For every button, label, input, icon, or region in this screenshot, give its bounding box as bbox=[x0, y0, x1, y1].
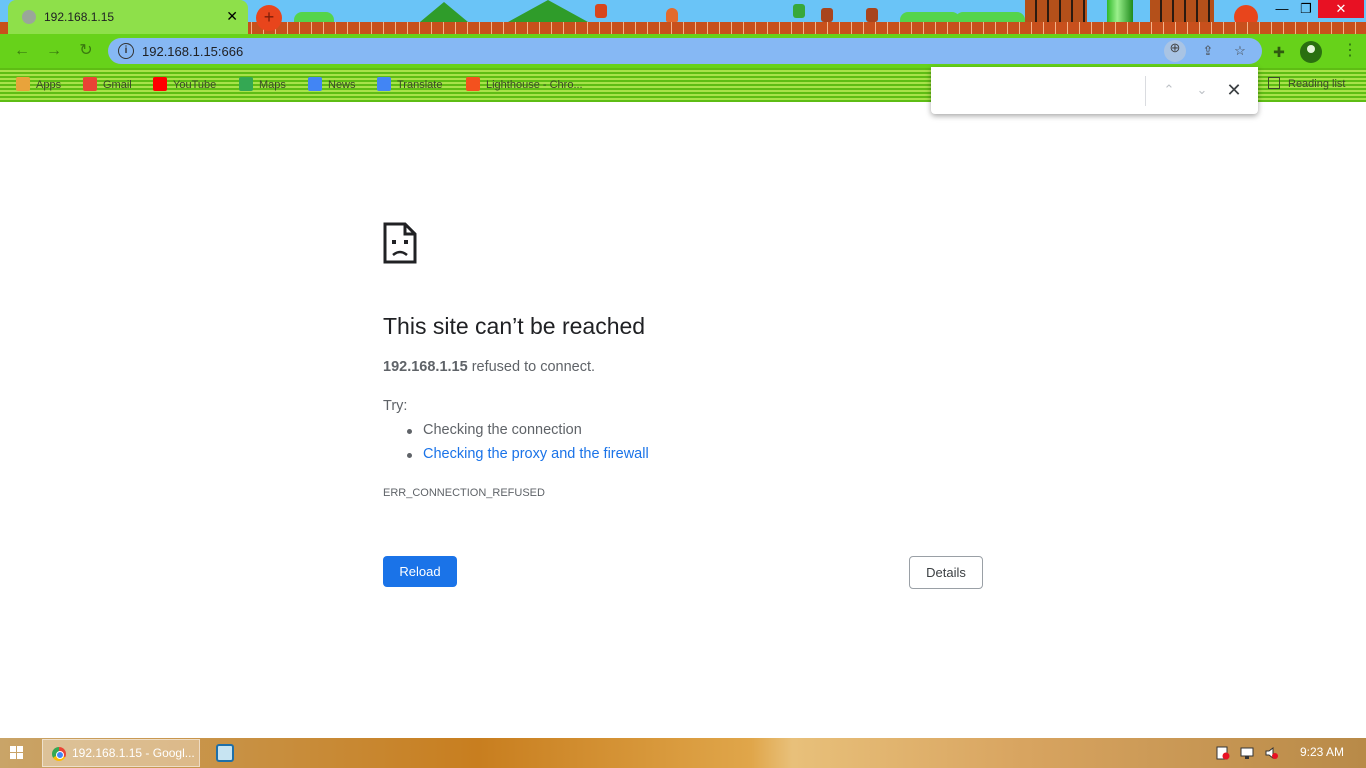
address-bar[interactable]: i 192.168.1.15:666 ⊕ ⇪ ☆ bbox=[108, 38, 1262, 64]
youtube-icon bbox=[153, 77, 167, 91]
error-reason: refused to connect. bbox=[467, 359, 596, 375]
decoration-hill bbox=[508, 0, 588, 22]
browser-toolbar: ← → ↻ i 192.168.1.15:666 ⊕ ⇪ ☆ ✚ ⋮ bbox=[0, 34, 1366, 68]
tab-close-icon[interactable]: ✕ bbox=[226, 8, 238, 25]
decoration-sprite bbox=[793, 4, 805, 18]
reading-list-button[interactable]: Reading list bbox=[1268, 77, 1345, 90]
find-next-icon[interactable]: ⌄ bbox=[1191, 79, 1213, 101]
decoration-bush bbox=[900, 12, 960, 22]
share-icon[interactable]: ⇪ bbox=[1200, 43, 1216, 59]
suggestion-check-connection: Checking the connection bbox=[407, 422, 582, 438]
site-info-icon[interactable]: i bbox=[118, 43, 134, 59]
decoration-pipe bbox=[1107, 0, 1133, 22]
volume-muted-icon[interactable] bbox=[1264, 746, 1278, 760]
error-title: This site can’t be reached bbox=[383, 313, 646, 339]
decoration-sprite bbox=[666, 8, 678, 22]
bookmark-label: Translate bbox=[397, 79, 443, 91]
bookmark-label: Lighthouse - Chro... bbox=[486, 79, 583, 91]
forward-button[interactable]: → bbox=[44, 41, 64, 61]
title-bar: 192.168.1.15 ✕ + — ❐ ✕ bbox=[0, 0, 1366, 34]
reading-list-label: Reading list bbox=[1288, 78, 1346, 90]
try-label: Try: bbox=[383, 398, 408, 414]
find-close-icon[interactable]: ✕ bbox=[1223, 79, 1245, 101]
decoration-sprite bbox=[595, 4, 607, 18]
decoration-sprite bbox=[866, 8, 878, 22]
extensions-icon[interactable]: ✚ bbox=[1270, 43, 1288, 61]
address-url[interactable]: 192.168.1.15:666 bbox=[142, 44, 243, 59]
bookmark-translate[interactable]: Translate bbox=[377, 77, 442, 93]
taskbar: 192.168.1.15 - Googl... 9:23 AM bbox=[0, 738, 1366, 768]
bookmark-label: Gmail bbox=[103, 79, 132, 91]
star-icon[interactable]: ☆ bbox=[1232, 43, 1248, 59]
gmail-icon bbox=[83, 77, 97, 91]
restore-button[interactable]: ❐ bbox=[1292, 0, 1320, 18]
news-icon bbox=[308, 77, 322, 91]
find-divider bbox=[1145, 76, 1146, 106]
bookmark-label: Apps bbox=[36, 79, 62, 91]
details-button[interactable]: Details bbox=[909, 556, 983, 589]
error-message: 192.168.1.15 refused to connect. bbox=[383, 359, 595, 375]
lighthouse-icon bbox=[466, 77, 480, 91]
reading-list-icon bbox=[1268, 77, 1280, 89]
bookmark-lighthouse[interactable]: Lighthouse - Chro... bbox=[466, 77, 583, 93]
menu-icon[interactable]: ⋮ bbox=[1342, 42, 1358, 60]
windows-start-icon[interactable] bbox=[10, 746, 24, 760]
taskbar-window-label: 192.168.1.15 - Googl... bbox=[72, 746, 195, 760]
decoration-hill bbox=[420, 2, 468, 22]
reload-button-page[interactable]: Reload bbox=[383, 556, 457, 587]
bookmark-gmail[interactable]: Gmail bbox=[83, 77, 132, 93]
bookmark-label: Maps bbox=[259, 79, 286, 91]
error-code: ERR_CONNECTION_REFUSED bbox=[383, 487, 545, 499]
decoration-bush bbox=[294, 12, 334, 22]
decoration-bricks bbox=[1025, 0, 1087, 22]
sad-page-icon bbox=[383, 222, 417, 264]
tab-title: 192.168.1.15 bbox=[44, 10, 115, 24]
bookmark-apps[interactable]: Apps bbox=[16, 77, 61, 93]
apps-icon bbox=[16, 77, 30, 91]
close-window-button[interactable]: ✕ bbox=[1318, 0, 1364, 18]
browser-tab[interactable]: 192.168.1.15 ✕ bbox=[8, 0, 248, 34]
reload-button[interactable]: ↻ bbox=[76, 41, 96, 61]
clock[interactable]: 9:23 AM bbox=[1300, 745, 1344, 759]
decoration-bricks bbox=[1150, 0, 1214, 22]
find-bar: ⌃ ⌄ ✕ bbox=[931, 67, 1258, 114]
back-button[interactable]: ← bbox=[12, 41, 32, 61]
decoration-sprite bbox=[821, 8, 833, 22]
bookmark-label: YouTube bbox=[173, 79, 217, 91]
suggestion-check-proxy-link[interactable]: Checking the proxy and the firewall bbox=[407, 446, 649, 462]
find-input[interactable] bbox=[941, 77, 1141, 103]
pinned-app-icon[interactable] bbox=[216, 744, 234, 762]
error-host: 192.168.1.15 bbox=[383, 359, 468, 375]
bookmark-label: News bbox=[328, 79, 356, 91]
bookmark-youtube[interactable]: YouTube bbox=[153, 77, 216, 93]
chrome-icon bbox=[52, 747, 66, 761]
profile-icon[interactable] bbox=[1300, 41, 1322, 63]
find-previous-icon[interactable]: ⌃ bbox=[1158, 79, 1180, 101]
action-center-icon[interactable] bbox=[1216, 746, 1230, 760]
zoom-icon[interactable]: ⊕ bbox=[1164, 40, 1186, 62]
translate-icon bbox=[377, 77, 391, 91]
taskbar-chrome-window[interactable]: 192.168.1.15 - Googl... bbox=[42, 739, 200, 767]
decoration-bush bbox=[955, 12, 1025, 22]
bookmark-maps[interactable]: Maps bbox=[239, 77, 286, 93]
maps-icon bbox=[239, 77, 253, 91]
globe-icon bbox=[22, 10, 36, 24]
network-icon[interactable] bbox=[1240, 746, 1254, 760]
new-tab-button[interactable]: + bbox=[256, 5, 282, 31]
bookmark-news[interactable]: News bbox=[308, 77, 356, 93]
